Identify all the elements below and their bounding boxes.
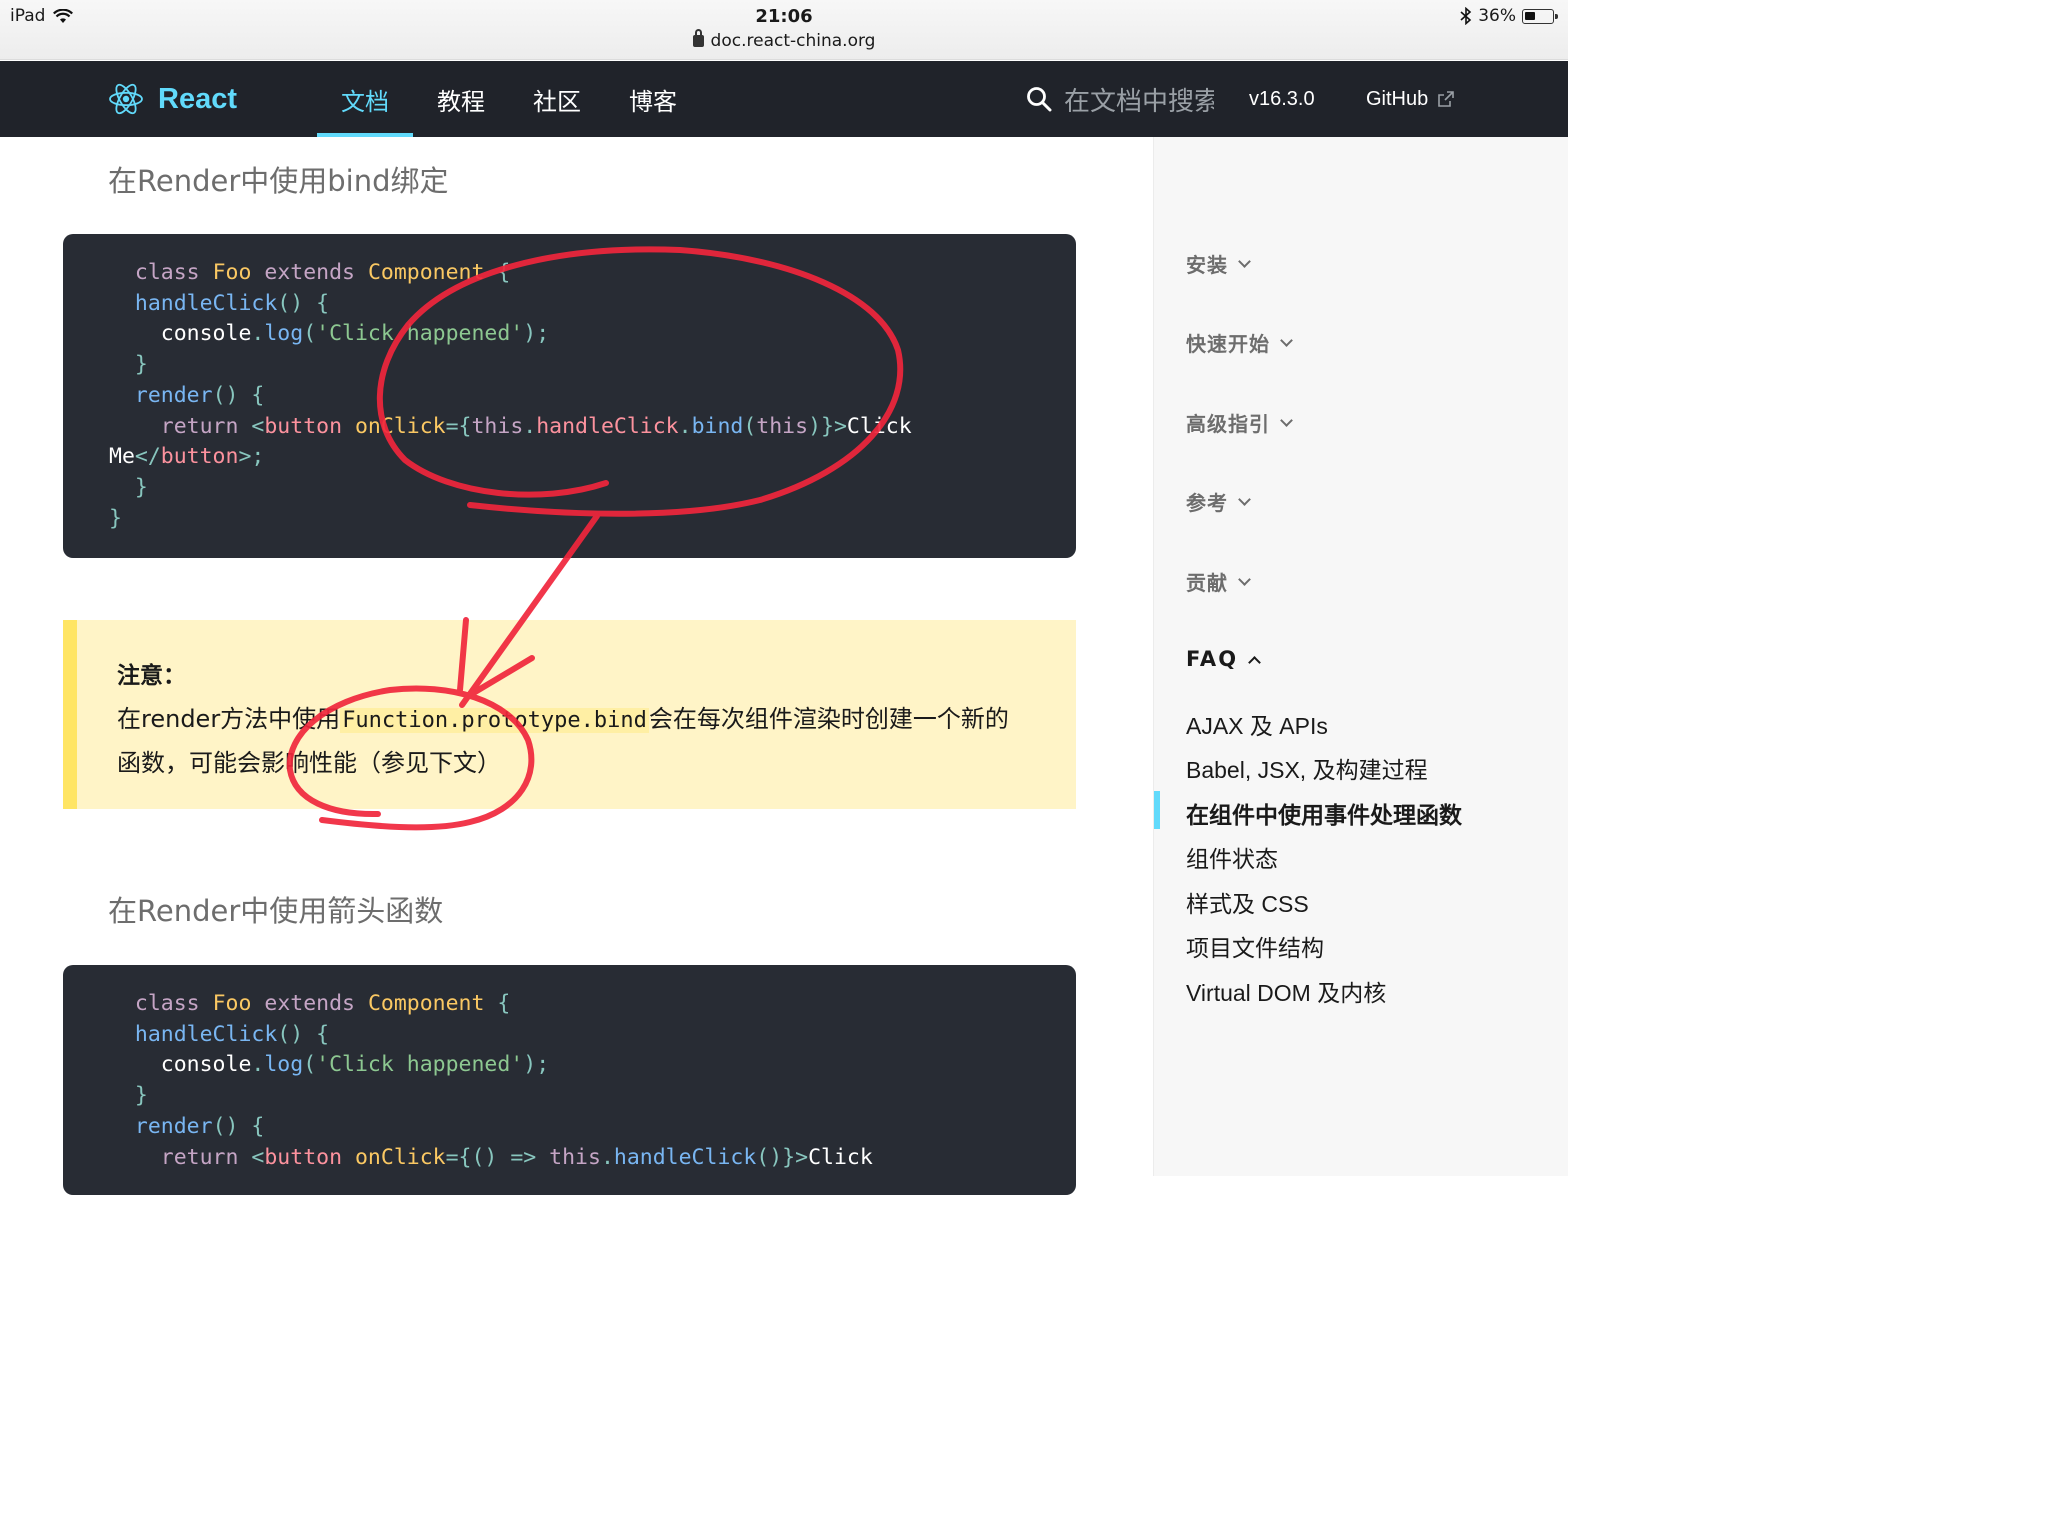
chevron-down-icon [1238,572,1251,586]
battery-percent: 36% [1478,6,1516,26]
sidebar-section-installation[interactable]: 安装 [1186,249,1251,278]
code-content: class Foo extends Component { handleClic… [134,991,873,1170]
sidebar-section-faq[interactable]: FAQ [1186,647,1261,671]
sidebar-section-label: 快速开始 [1186,332,1270,356]
search-box[interactable]: 在文档中搜索 [1026,61,1214,137]
note-code: Function.prototype.bind [340,708,649,733]
sidebar-section-label: 参考 [1186,491,1228,515]
nav-community[interactable]: 社区 [509,61,605,137]
clock: 21:06 [755,6,813,27]
chevron-down-icon [1280,333,1293,347]
lock-icon [692,29,704,47]
sidebar-section-label: 贡献 [1186,571,1228,595]
sidebar-section-label: FAQ [1186,647,1239,671]
url-text: doc.react-china.org [710,31,876,51]
note-title: 注意： [117,663,186,689]
sidebar-link-styling[interactable]: 样式及 CSS [1186,885,1309,919]
heading-arrow-in-render: 在Render中使用箭头函数 [108,894,444,928]
nav-tutorial[interactable]: 教程 [413,61,509,137]
bluetooth-icon [1460,7,1472,25]
nav-blog[interactable]: 博客 [605,61,701,137]
sidebar-link-ajax[interactable]: AJAX 及 APIs [1186,707,1328,741]
version-link[interactable]: v16.3.0 [1249,61,1315,137]
brand-name: React [158,82,237,115]
sidebar-section-quick-start[interactable]: 快速开始 [1186,328,1293,357]
code-block-bind: class Foo extends Component { handleClic… [63,234,1076,558]
chevron-down-icon [1280,413,1293,427]
sidebar-section-reference[interactable]: 参考 [1186,487,1251,516]
github-label: GitHub [1366,87,1429,110]
chevron-up-icon [1248,655,1261,669]
sidebar-link-event-handlers[interactable]: 在组件中使用事件处理函数 [1186,796,1462,830]
main-nav: 文档 教程 社区 博客 [317,61,701,137]
sidebar-section-label: 高级指引 [1186,412,1270,436]
sidebar-link-file-structure[interactable]: 项目文件结构 [1186,929,1324,963]
external-link-icon [1438,91,1455,107]
search-icon [1027,87,1052,112]
sidebar-section-contributing[interactable]: 贡献 [1186,567,1251,596]
active-indicator [1154,791,1160,829]
react-logo-icon [109,83,143,115]
chevron-down-icon [1238,254,1251,268]
note-body: 在render方法中使用Function.prototype.bind会在每次组… [117,705,1009,777]
github-link[interactable]: GitHub [1366,61,1455,137]
battery-indicator: 36% [1460,6,1558,26]
battery-icon [1522,8,1558,24]
note-callout: 注意： 在render方法中使用Function.prototype.bind会… [63,620,1076,809]
nav-docs[interactable]: 文档 [317,61,413,137]
code-block-arrow: class Foo extends Component { handleClic… [63,965,1076,1195]
sidebar-link-virtual-dom[interactable]: Virtual DOM 及内核 [1186,974,1386,1008]
sidebar-section-advanced-guides[interactable]: 高级指引 [1186,408,1293,437]
search-input[interactable]: 在文档中搜索 [1064,81,1214,118]
sidebar-link-component-state[interactable]: 组件状态 [1186,840,1278,874]
address-bar[interactable]: doc.react-china.org [0,29,1568,51]
heading-bind-in-render: 在Render中使用bind绑定 [108,164,449,198]
sidebar-link-babel[interactable]: Babel, JSX, 及构建过程 [1186,751,1428,785]
ios-status-bar: iPad 21:06 doc.react-china.org 36% [0,0,1568,60]
chevron-down-icon [1238,492,1251,506]
sidebar-section-label: 安装 [1186,253,1228,277]
brand-link[interactable]: React [108,61,237,137]
docs-sidebar: 安装 快速开始 高级指引 参考 贡献 FAQ AJAX 及 APIs Babel… [1153,137,1568,1176]
site-header: React 文档 教程 社区 博客 在文档中搜索 v16.3.0 GitHub [0,61,1568,137]
code-content: class Foo extends Component { handleClic… [109,260,912,531]
